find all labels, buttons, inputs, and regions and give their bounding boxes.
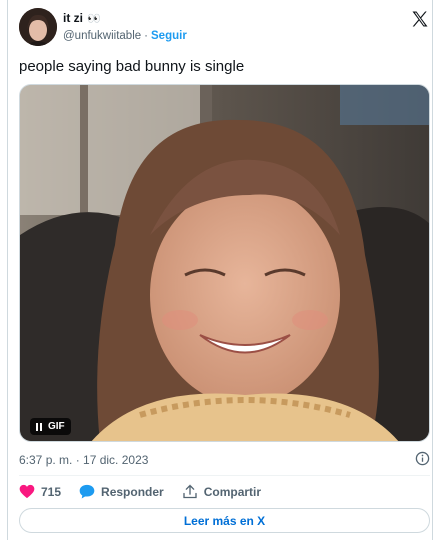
separator-dot: · — [144, 30, 149, 42]
reply-button[interactable]: Responder — [79, 484, 164, 499]
handle-row: @unfukwiitable · Seguir — [63, 30, 187, 42]
tweet-timestamp[interactable]: 6:37 p. m. · 17 dic. 2023 — [19, 453, 148, 467]
info-icon[interactable] — [415, 451, 430, 466]
share-icon — [183, 484, 197, 499]
heart-icon — [19, 484, 35, 499]
avatar[interactable] — [19, 8, 57, 46]
pause-icon[interactable] — [36, 422, 42, 431]
reply-bubble-icon — [79, 484, 95, 499]
gif-label: GIF — [48, 421, 65, 432]
tweet-text: people saying bad bunny is single — [19, 58, 245, 75]
follow-button[interactable]: Seguir — [151, 30, 187, 42]
reply-label: Responder — [101, 484, 164, 499]
author-name-row[interactable]: it zi 👀 — [63, 11, 101, 25]
author-handle[interactable]: @unfukwiitable — [63, 30, 141, 42]
gif-badge[interactable]: GIF — [30, 418, 71, 435]
eyes-emoji: 👀 — [87, 12, 101, 25]
like-count: 715 — [41, 484, 62, 499]
share-button[interactable]: Compartir — [182, 484, 261, 499]
action-bar: 715 Responder Compartir — [19, 484, 279, 499]
gif-media[interactable] — [19, 84, 430, 442]
read-more-button[interactable]: Leer más en X — [19, 508, 430, 533]
divider — [19, 475, 430, 476]
display-name[interactable]: it zi — [63, 11, 83, 25]
x-logo-icon[interactable] — [410, 9, 430, 29]
share-label: Compartir — [203, 484, 262, 499]
like-button[interactable]: 715 — [19, 484, 61, 499]
